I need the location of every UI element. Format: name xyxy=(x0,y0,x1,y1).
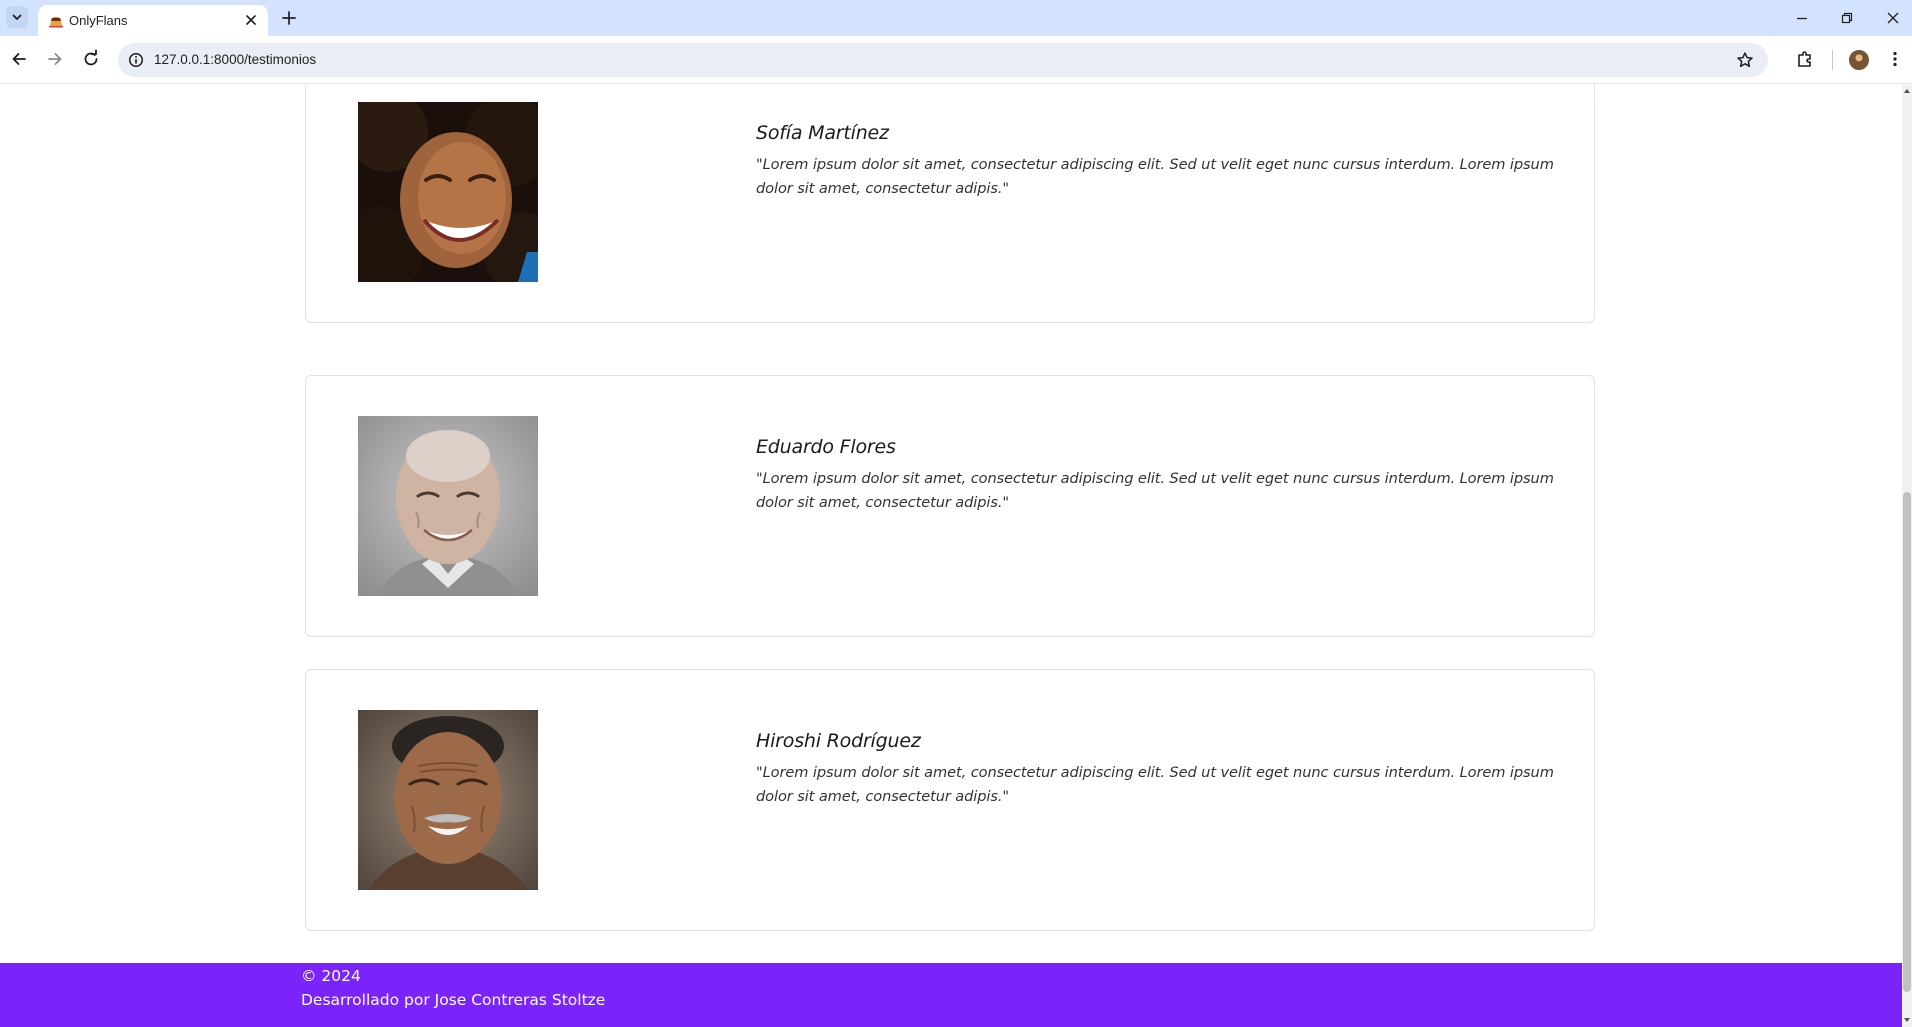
testimonial-card: Sofía Martínez "Lorem ipsum dolor sit am… xyxy=(305,85,1595,323)
testimonial-card: Hiroshi Rodríguez "Lorem ipsum dolor sit… xyxy=(305,669,1595,931)
tab-title: OnlyFlans xyxy=(69,13,128,28)
testimonial-name: Eduardo Flores xyxy=(756,436,896,458)
site-info-icon[interactable] xyxy=(128,52,144,68)
testimonial-body: Sofía Martínez "Lorem ipsum dolor sit am… xyxy=(756,122,1568,201)
page-viewport: Sofía Martínez "Lorem ipsum dolor sit am… xyxy=(0,85,1902,1027)
footer-copyright: © 2024 xyxy=(301,967,361,985)
tab-onlyflans[interactable]: OnlyFlans xyxy=(38,5,268,36)
browser-toolbar: 127.0.0.1:8000/testimonios xyxy=(0,36,1912,84)
scroll-up-arrow-icon[interactable] xyxy=(1903,87,1911,95)
address-bar[interactable]: 127.0.0.1:8000/testimonios xyxy=(118,43,1768,77)
testimonial-name: Sofía Martínez xyxy=(756,122,889,144)
scrollbar-thumb[interactable] xyxy=(1903,492,1911,992)
forward-arrow-icon[interactable] xyxy=(45,49,65,69)
site-footer: © 2024 Desarrollado por Jose Contreras S… xyxy=(0,963,1902,1027)
testimonial-card: Eduardo Flores "Lorem ipsum dolor sit am… xyxy=(305,375,1595,637)
reload-icon[interactable] xyxy=(81,49,101,69)
bookmark-star-icon[interactable] xyxy=(1736,51,1754,69)
testimonial-quote: "Lorem ipsum dolor sit amet, consectetur… xyxy=(756,470,1554,511)
close-window-icon[interactable] xyxy=(1885,10,1901,26)
page-scrollbar[interactable] xyxy=(1902,85,1912,1027)
testimonial-quote: "Lorem ipsum dolor sit amet, consectetur… xyxy=(756,156,1554,197)
tab-strip: OnlyFlans xyxy=(0,0,1912,36)
footer-credit: Desarrollado por Jose Contreras Stoltze xyxy=(301,991,606,1009)
testimonial-photo-sofia xyxy=(358,102,538,282)
close-tab-icon[interactable] xyxy=(244,13,258,27)
profile-avatar[interactable] xyxy=(1849,50,1869,70)
testimonial-photo-eduardo xyxy=(358,416,538,596)
testimonial-quote: "Lorem ipsum dolor sit amet, consectetur… xyxy=(756,764,1554,805)
testimonial-photo-hiroshi xyxy=(358,710,538,890)
minimize-icon[interactable] xyxy=(1794,10,1810,26)
toolbar-separator xyxy=(1832,50,1833,70)
restore-icon[interactable] xyxy=(1839,10,1855,26)
testimonial-name: Hiroshi Rodríguez xyxy=(756,730,921,752)
extensions-puzzle-icon[interactable] xyxy=(1795,49,1815,69)
scroll-down-arrow-icon[interactable] xyxy=(1903,1016,1911,1024)
testimonial-body: Eduardo Flores "Lorem ipsum dolor sit am… xyxy=(756,436,1568,515)
flan-favicon-icon xyxy=(49,17,63,28)
chevron-down-icon xyxy=(12,14,22,20)
testimonial-body: Hiroshi Rodríguez "Lorem ipsum dolor sit… xyxy=(756,730,1568,809)
more-menu-icon[interactable] xyxy=(1885,49,1905,69)
url-text[interactable]: 127.0.0.1:8000/testimonios xyxy=(154,52,316,67)
back-arrow-icon[interactable] xyxy=(9,49,29,69)
tab-search-button[interactable] xyxy=(6,6,28,28)
new-tab-icon[interactable] xyxy=(280,9,298,27)
